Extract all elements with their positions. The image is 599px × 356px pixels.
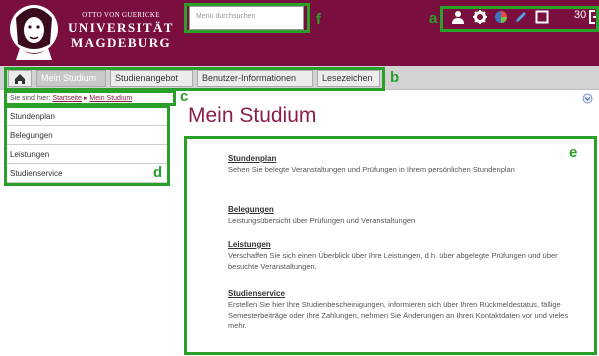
- logo-wordmark: OTTO VON GUERICKE UNIVERSITÄT MAGDEBURG: [68, 11, 174, 49]
- annotation-box-f: [184, 3, 310, 33]
- logo-line-1: OTTO VON GUERICKE: [82, 11, 160, 19]
- logo-line-3: MAGDEBURG: [71, 35, 171, 50]
- guericke-portrait-icon: [6, 4, 62, 60]
- annotation-box-d: [4, 105, 170, 186]
- annotation-box-e: [184, 136, 597, 355]
- annotation-label-b: b: [390, 69, 400, 86]
- university-logo[interactable]: OTTO VON GUERICKE UNIVERSITÄT MAGDEBURG: [4, 4, 176, 60]
- page-title: Mein Studium: [188, 104, 317, 127]
- logo-line-2: UNIVERSITÄT: [68, 20, 174, 35]
- annotation-label-a: a: [429, 10, 438, 27]
- annotation-box-b: [4, 67, 385, 91]
- collapse-icon[interactable]: [582, 93, 593, 104]
- annotation-label-c: c: [180, 88, 189, 105]
- annotation-label-d: d: [153, 164, 163, 181]
- annotation-box-a: [440, 6, 599, 32]
- annotation-box-c: [4, 90, 176, 106]
- annotation-label-e: e: [569, 144, 578, 161]
- annotation-label-f: f: [316, 11, 321, 28]
